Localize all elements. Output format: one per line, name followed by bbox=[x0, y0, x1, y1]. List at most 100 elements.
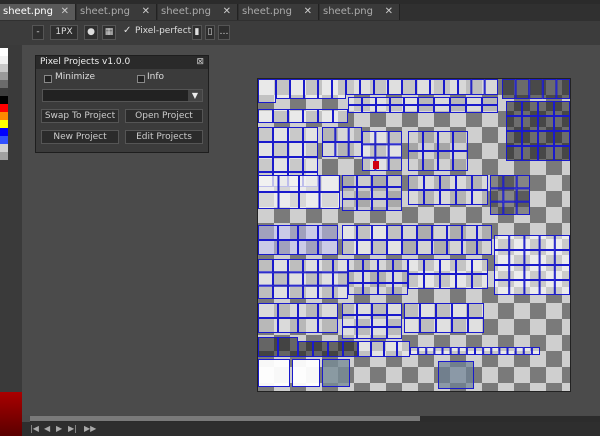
sprite-cell[interactable] bbox=[554, 116, 570, 131]
sprite-cell[interactable] bbox=[516, 175, 530, 189]
close-icon[interactable]: ✕ bbox=[142, 4, 150, 20]
sprite-cell[interactable] bbox=[458, 79, 472, 95]
sprite-cell[interactable] bbox=[362, 157, 376, 171]
sprite-cell[interactable] bbox=[348, 127, 362, 142]
sprite-cell[interactable] bbox=[288, 127, 303, 142]
sprite-cell[interactable] bbox=[408, 131, 423, 151]
sprite-cell[interactable] bbox=[420, 303, 436, 318]
sprite-cell[interactable] bbox=[303, 109, 318, 123]
sprite-cell[interactable] bbox=[258, 272, 273, 286]
sprite-cell[interactable] bbox=[452, 318, 468, 333]
sprite-cell[interactable] bbox=[362, 144, 376, 158]
sprite-cell[interactable] bbox=[509, 280, 525, 295]
sprite-cell[interactable] bbox=[376, 97, 390, 105]
sprite-cell[interactable] bbox=[378, 283, 393, 295]
sprite-cell[interactable] bbox=[539, 250, 555, 265]
sprite-cell[interactable] bbox=[342, 315, 357, 327]
sprite-cell[interactable] bbox=[292, 359, 320, 387]
sprite-cell[interactable] bbox=[387, 199, 402, 211]
sprite-cell[interactable] bbox=[299, 175, 320, 192]
sprite-cell[interactable] bbox=[258, 157, 273, 172]
sprite-cell[interactable] bbox=[506, 131, 522, 146]
sprite-cell[interactable] bbox=[258, 285, 273, 300]
prev-frame-icon[interactable]: ◀ bbox=[44, 424, 50, 433]
sprite-cell[interactable] bbox=[318, 318, 338, 333]
sprite-cell[interactable] bbox=[432, 225, 447, 240]
next-frame-icon[interactable]: ▶| bbox=[68, 424, 77, 433]
sprite-cell[interactable] bbox=[402, 79, 416, 95]
palette-swatch[interactable] bbox=[0, 112, 8, 120]
sprite-cell[interactable] bbox=[522, 146, 538, 161]
sprite-cell[interactable] bbox=[303, 157, 318, 172]
sprite-cell[interactable] bbox=[348, 97, 362, 105]
sprite-cell[interactable] bbox=[303, 259, 318, 273]
sprite-cell[interactable] bbox=[432, 240, 447, 255]
sprite-cell[interactable] bbox=[258, 337, 278, 357]
sprite-cell[interactable] bbox=[342, 225, 357, 240]
scrollbar-thumb[interactable] bbox=[30, 416, 420, 421]
sprite-cell[interactable] bbox=[420, 318, 436, 333]
sprite-cell[interactable] bbox=[348, 283, 363, 295]
palette-swatch[interactable] bbox=[0, 96, 8, 104]
sprite-cell[interactable] bbox=[298, 303, 318, 318]
sprite-sheet-canvas[interactable] bbox=[257, 78, 571, 392]
sprite-cell[interactable] bbox=[509, 250, 525, 265]
sprite-cell[interactable] bbox=[303, 142, 318, 157]
sprite-cell[interactable] bbox=[516, 201, 530, 215]
sprite-cell[interactable] bbox=[466, 347, 475, 355]
sprite-cell[interactable] bbox=[258, 303, 278, 318]
sprite-cell[interactable] bbox=[318, 303, 338, 318]
sprite-cell[interactable] bbox=[318, 272, 333, 286]
sprite-cell[interactable] bbox=[388, 144, 403, 158]
sprite-cell[interactable] bbox=[538, 146, 554, 161]
sprite-cell[interactable] bbox=[372, 187, 387, 199]
sprite-cell[interactable] bbox=[554, 235, 570, 250]
sprite-cell[interactable] bbox=[408, 274, 424, 289]
sprite-cell[interactable] bbox=[288, 157, 303, 172]
sprite-cell[interactable] bbox=[357, 187, 372, 199]
sprite-cell[interactable] bbox=[494, 235, 510, 250]
sprite-cell[interactable] bbox=[447, 240, 462, 255]
info-checkbox[interactable] bbox=[137, 75, 145, 83]
sprite-cell[interactable] bbox=[258, 240, 278, 255]
sprite-cell[interactable] bbox=[408, 190, 424, 205]
sprite-cell[interactable] bbox=[440, 259, 456, 274]
sprite-cell[interactable] bbox=[404, 303, 420, 318]
sprite-cell[interactable] bbox=[318, 240, 338, 255]
sprite-cell[interactable] bbox=[390, 97, 404, 105]
sprite-cell[interactable] bbox=[273, 259, 288, 273]
sprite-cell[interactable] bbox=[390, 105, 404, 113]
close-icon[interactable]: ⊠ bbox=[196, 56, 204, 69]
sprite-cell[interactable] bbox=[539, 280, 555, 295]
sprite-cell[interactable] bbox=[357, 240, 372, 255]
sprite-cell[interactable] bbox=[452, 303, 468, 318]
decrease-size-button[interactable]: - bbox=[32, 25, 44, 40]
sprite-cell[interactable] bbox=[475, 347, 484, 355]
sprite-cell[interactable] bbox=[466, 105, 482, 113]
sprite-cell[interactable] bbox=[523, 347, 532, 355]
sprite-cell[interactable] bbox=[494, 280, 510, 295]
sprite-cell[interactable] bbox=[348, 105, 362, 113]
sprite-cell[interactable] bbox=[304, 79, 318, 99]
sprite-cell[interactable] bbox=[258, 259, 273, 273]
tab-sheet-5[interactable]: sheet.png ✕ bbox=[320, 4, 400, 20]
sprite-cell[interactable] bbox=[363, 259, 378, 271]
sprite-cell[interactable] bbox=[332, 79, 346, 99]
sprite-cell[interactable] bbox=[447, 225, 462, 240]
sprite-cell[interactable] bbox=[472, 274, 488, 289]
play-icon[interactable]: ▶ bbox=[56, 424, 62, 433]
sprite-cell[interactable] bbox=[524, 265, 540, 280]
sprite-cell[interactable] bbox=[333, 272, 348, 286]
sprite-cell[interactable] bbox=[362, 97, 376, 105]
pattern-icon[interactable]: ▦ bbox=[102, 25, 116, 40]
close-icon[interactable]: ✕ bbox=[385, 4, 393, 20]
sprite-cell[interactable] bbox=[471, 79, 485, 95]
sprite-cell[interactable] bbox=[516, 188, 530, 202]
close-icon[interactable]: ✕ bbox=[223, 4, 231, 20]
sprite-cell[interactable] bbox=[442, 347, 451, 355]
sprite-cell[interactable] bbox=[408, 259, 424, 274]
palette-swatch[interactable] bbox=[0, 128, 8, 136]
sprite-cell[interactable] bbox=[458, 347, 467, 355]
sprite-cell[interactable] bbox=[258, 79, 276, 103]
sprite-cell[interactable] bbox=[258, 127, 273, 142]
